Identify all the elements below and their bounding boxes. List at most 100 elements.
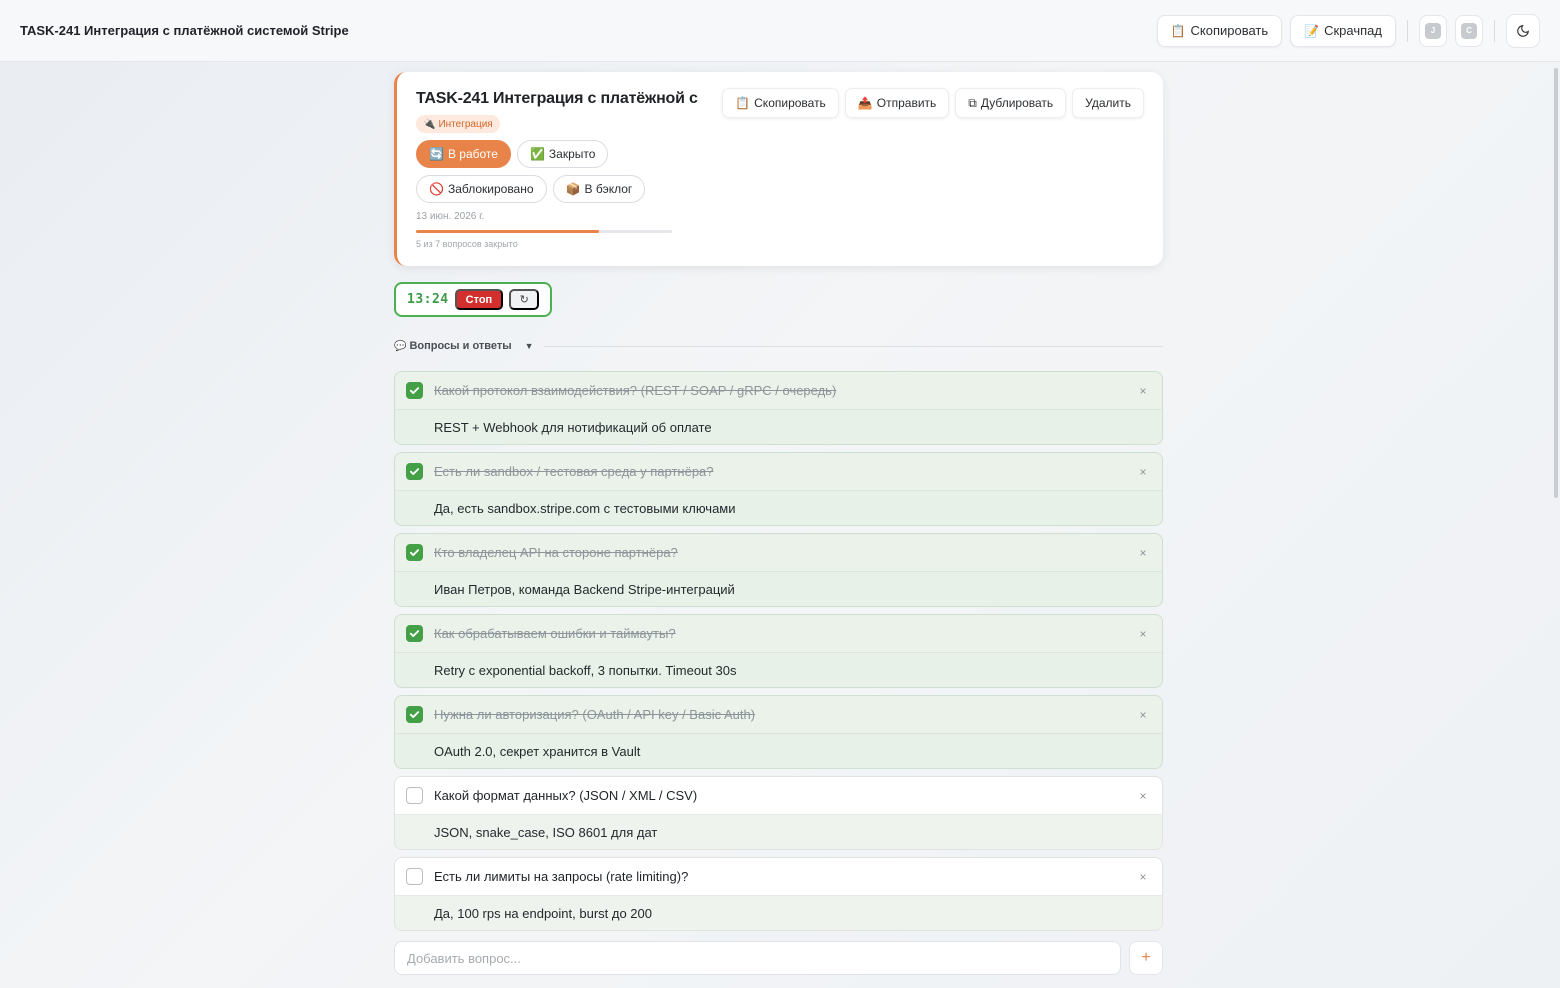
progress-text: 5 из 7 вопросов закрыто: [416, 239, 518, 249]
qa-answer-text[interactable]: Retry с exponential backoff, 3 попытки. …: [395, 653, 1162, 687]
qa-question-text[interactable]: Есть ли sandbox / тестовая среда у партн…: [434, 464, 1136, 479]
qa-question-row: Кто владелец API на стороне партнёра? ×: [395, 534, 1162, 572]
task-date: 13 июн. 2026 г.: [416, 211, 485, 222]
delete-question-icon[interactable]: ×: [1136, 627, 1150, 641]
add-question-row: +: [394, 941, 1163, 975]
plus-icon: +: [1141, 949, 1151, 966]
checkmark-icon: [409, 549, 420, 556]
task-send-button[interactable]: 📤 Отправить: [844, 88, 950, 118]
clipboard-icon: 📋: [735, 96, 751, 110]
checkmark-icon: [409, 630, 420, 637]
qa-question-text[interactable]: Есть ли лимиты на запросы (rate limiting…: [434, 869, 1136, 884]
delete-question-icon[interactable]: ×: [1136, 384, 1150, 398]
qa-checkbox[interactable]: [406, 463, 423, 480]
scratchpad-label: Скрачпад: [1324, 23, 1382, 38]
theme-toggle-button[interactable]: [1506, 13, 1540, 48]
timer-reset-button[interactable]: ↻: [509, 289, 540, 310]
scratchpad-button[interactable]: 📝 Скрачпад: [1290, 14, 1396, 47]
task-copy-button[interactable]: 📋 Скопировать: [722, 88, 839, 118]
top-actions: 📋 Скопировать 📝 Скрачпад J C: [1156, 13, 1540, 48]
clipboard-icon: 📋: [1170, 23, 1186, 38]
avatar-button-c[interactable]: C: [1455, 14, 1483, 47]
qa-section-title-text: Вопросы и ответы: [409, 340, 512, 352]
avatar-button-j[interactable]: J: [1419, 14, 1447, 47]
progress-bar: [416, 230, 672, 233]
add-question-input[interactable]: [394, 941, 1121, 975]
scrollbar[interactable]: [1554, 68, 1558, 498]
page-title: TASK-241 Интеграция с платёжной системой…: [20, 23, 349, 38]
duplicate-icon: ⧉: [968, 95, 977, 110]
qa-checkbox[interactable]: [406, 868, 423, 885]
progress-fill: [416, 230, 599, 233]
qa-answer-text[interactable]: OAuth 2.0, секрет хранится в Vault: [395, 734, 1162, 768]
qa-question-text[interactable]: Как обрабатываем ошибки и таймауты?: [434, 626, 1136, 641]
avatar: C: [1461, 22, 1477, 39]
qa-question-row: Есть ли лимиты на запросы (rate limiting…: [395, 858, 1162, 896]
qa-question-text[interactable]: Какой формат данных? (JSON / XML / CSV): [434, 788, 1136, 803]
qa-question-row: Есть ли sandbox / тестовая среда у партн…: [395, 453, 1162, 491]
task-title: TASK-241 Интеграция с платёжной системой…: [416, 90, 698, 107]
qa-checkbox[interactable]: [406, 544, 423, 561]
qa-checkbox[interactable]: [406, 382, 423, 399]
task-duplicate-button[interactable]: ⧉ Дублировать: [955, 88, 1067, 118]
collapse-toggle-icon[interactable]: ▼: [525, 341, 534, 351]
qa-checkbox[interactable]: [406, 706, 423, 723]
status-in-progress-label: В работе: [447, 147, 498, 161]
copy-button[interactable]: 📋 Скопировать: [1156, 14, 1283, 47]
timer-stop-button[interactable]: Стоп: [454, 289, 504, 310]
add-question-button[interactable]: +: [1129, 941, 1163, 975]
qa-item: Какой протокол взаимодействия? (REST / S…: [394, 371, 1163, 445]
top-bar: TASK-241 Интеграция с платёжной системой…: [0, 0, 1560, 62]
avatar: J: [1425, 22, 1441, 39]
task-copy-label: Скопировать: [754, 96, 826, 110]
status-backlog-button[interactable]: 📦 В бэклог: [552, 175, 646, 203]
status-backlog-label: В бэклог: [584, 182, 633, 196]
qa-question-row: Нужна ли авторизация? (OAuth / API key /…: [395, 696, 1162, 734]
task-delete-label: Удалить: [1085, 96, 1131, 110]
delete-question-icon[interactable]: ×: [1136, 708, 1150, 722]
status-closed-label: Закрыто: [548, 147, 596, 161]
qa-item: Как обрабатываем ошибки и таймауты? × Retr…: [394, 614, 1163, 688]
qa-answer-text[interactable]: REST + Webhook для нотификаций об оплате: [395, 410, 1162, 444]
status-in-progress-button[interactable]: 🔄 В работе: [416, 140, 511, 168]
qa-item: Какой формат данных? (JSON / XML / CSV) ×…: [394, 776, 1163, 850]
task-card: TASK-241 Интеграция с платёжной системой…: [394, 72, 1163, 266]
status-row-1: 🔄 В работе ✅ Закрыто: [416, 140, 1143, 168]
qa-question-row: Какой формат данных? (JSON / XML / CSV) ×: [395, 777, 1162, 815]
qa-answer-text[interactable]: JSON, snake_case, ISO 8601 для дат: [395, 815, 1162, 849]
delete-question-icon[interactable]: ×: [1136, 870, 1150, 884]
delete-question-icon[interactable]: ×: [1136, 465, 1150, 479]
task-duplicate-label: Дублировать: [980, 96, 1054, 110]
plug-icon: 🔌: [423, 118, 436, 130]
category-tag-label: Интеграция: [438, 118, 493, 130]
status-blocked-label: Заблокировано: [447, 182, 534, 196]
memo-icon: 📝: [1304, 23, 1320, 38]
status-row-2: 🚫 Заблокировано 📦 В бэклог: [416, 175, 1143, 203]
checkmark-icon: [409, 711, 420, 718]
delete-question-icon[interactable]: ×: [1136, 789, 1150, 803]
status-blocked-button[interactable]: 🚫 Заблокировано: [416, 175, 547, 203]
copy-label: Скопировать: [1190, 23, 1269, 38]
qa-answer-text[interactable]: Да, 100 rps на endpoint, burst до 200: [395, 896, 1162, 930]
qa-answer-text[interactable]: Да, есть sandbox.stripe.com с тестовыми …: [395, 491, 1162, 525]
qa-item: Есть ли лимиты на запросы (rate limiting…: [394, 857, 1163, 931]
qa-section-header: 💬 Вопросы и ответы ▼: [394, 339, 1163, 353]
speech-bubble-icon: 💬: [394, 340, 407, 352]
divider: [1494, 19, 1495, 42]
qa-section-title: 💬 Вопросы и ответы: [394, 340, 512, 352]
qa-question-text[interactable]: Кто владелец API на стороне партнёра?: [434, 545, 1136, 560]
qa-question-text[interactable]: Какой протокол взаимодействия? (REST / S…: [434, 383, 1136, 398]
qa-checkbox[interactable]: [406, 625, 423, 642]
timer: 13:24 Стоп ↻: [394, 282, 552, 317]
reset-icon: ↻: [519, 294, 529, 306]
status-closed-button[interactable]: ✅ Закрыто: [516, 140, 609, 168]
send-icon: 📤: [857, 96, 873, 110]
main-column: TASK-241 Интеграция с платёжной системой…: [394, 72, 1163, 975]
qa-question-row: Как обрабатываем ошибки и таймауты? ×: [395, 615, 1162, 653]
moon-icon: [1517, 24, 1529, 37]
qa-checkbox[interactable]: [406, 787, 423, 804]
qa-answer-text[interactable]: Иван Петров, команда Backend Stripe-инте…: [395, 572, 1162, 606]
delete-question-icon[interactable]: ×: [1136, 546, 1150, 560]
task-delete-button[interactable]: Удалить: [1072, 88, 1144, 118]
qa-question-text[interactable]: Нужна ли авторизация? (OAuth / API key /…: [434, 707, 1136, 722]
